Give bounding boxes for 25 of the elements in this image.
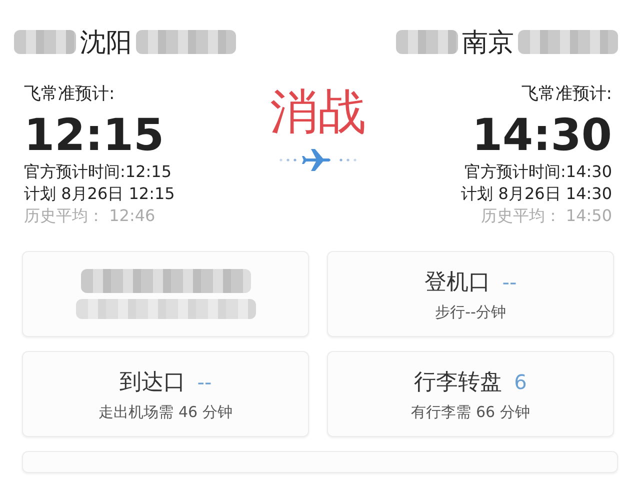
average-time: 历史平均： 12:46 bbox=[24, 205, 156, 227]
scheduled-time: 计划 8月26日 14:30 bbox=[461, 183, 612, 205]
official-time: 官方预计时间:12:15 bbox=[24, 161, 172, 183]
card-value: -- bbox=[502, 270, 517, 294]
average-time: 历史平均： 14:50 bbox=[480, 205, 612, 227]
scheduled-time: 计划 8月26日 12:15 bbox=[24, 183, 175, 205]
card-title: 登机口 bbox=[424, 268, 490, 296]
city-name: 沈阳 bbox=[80, 26, 132, 60]
card-title: 到达口 bbox=[119, 368, 186, 396]
card-value: 6 bbox=[514, 370, 527, 394]
estimated-time: 12:15 bbox=[24, 111, 166, 161]
city-name: 南京 bbox=[462, 26, 514, 60]
card-value: -- bbox=[197, 370, 212, 394]
blurred-mask bbox=[396, 30, 458, 54]
card-title: 行李转盘 bbox=[414, 368, 502, 396]
forecast-label: 飞常准预计: bbox=[24, 83, 116, 105]
estimated-time: 14:30 bbox=[472, 111, 612, 161]
card-note: 步行--分钟 bbox=[435, 302, 506, 322]
card-note: 有行李需 66 分钟 bbox=[411, 402, 530, 422]
official-time: 官方预计时间:14:30 bbox=[464, 161, 612, 183]
card-note: 走出机场需 46 分钟 bbox=[98, 402, 232, 422]
plane-icon bbox=[278, 148, 358, 172]
flight-status: 消战 bbox=[270, 84, 366, 140]
blurred-mask bbox=[14, 30, 76, 54]
forecast-label: 飞常准预计: bbox=[521, 83, 612, 105]
